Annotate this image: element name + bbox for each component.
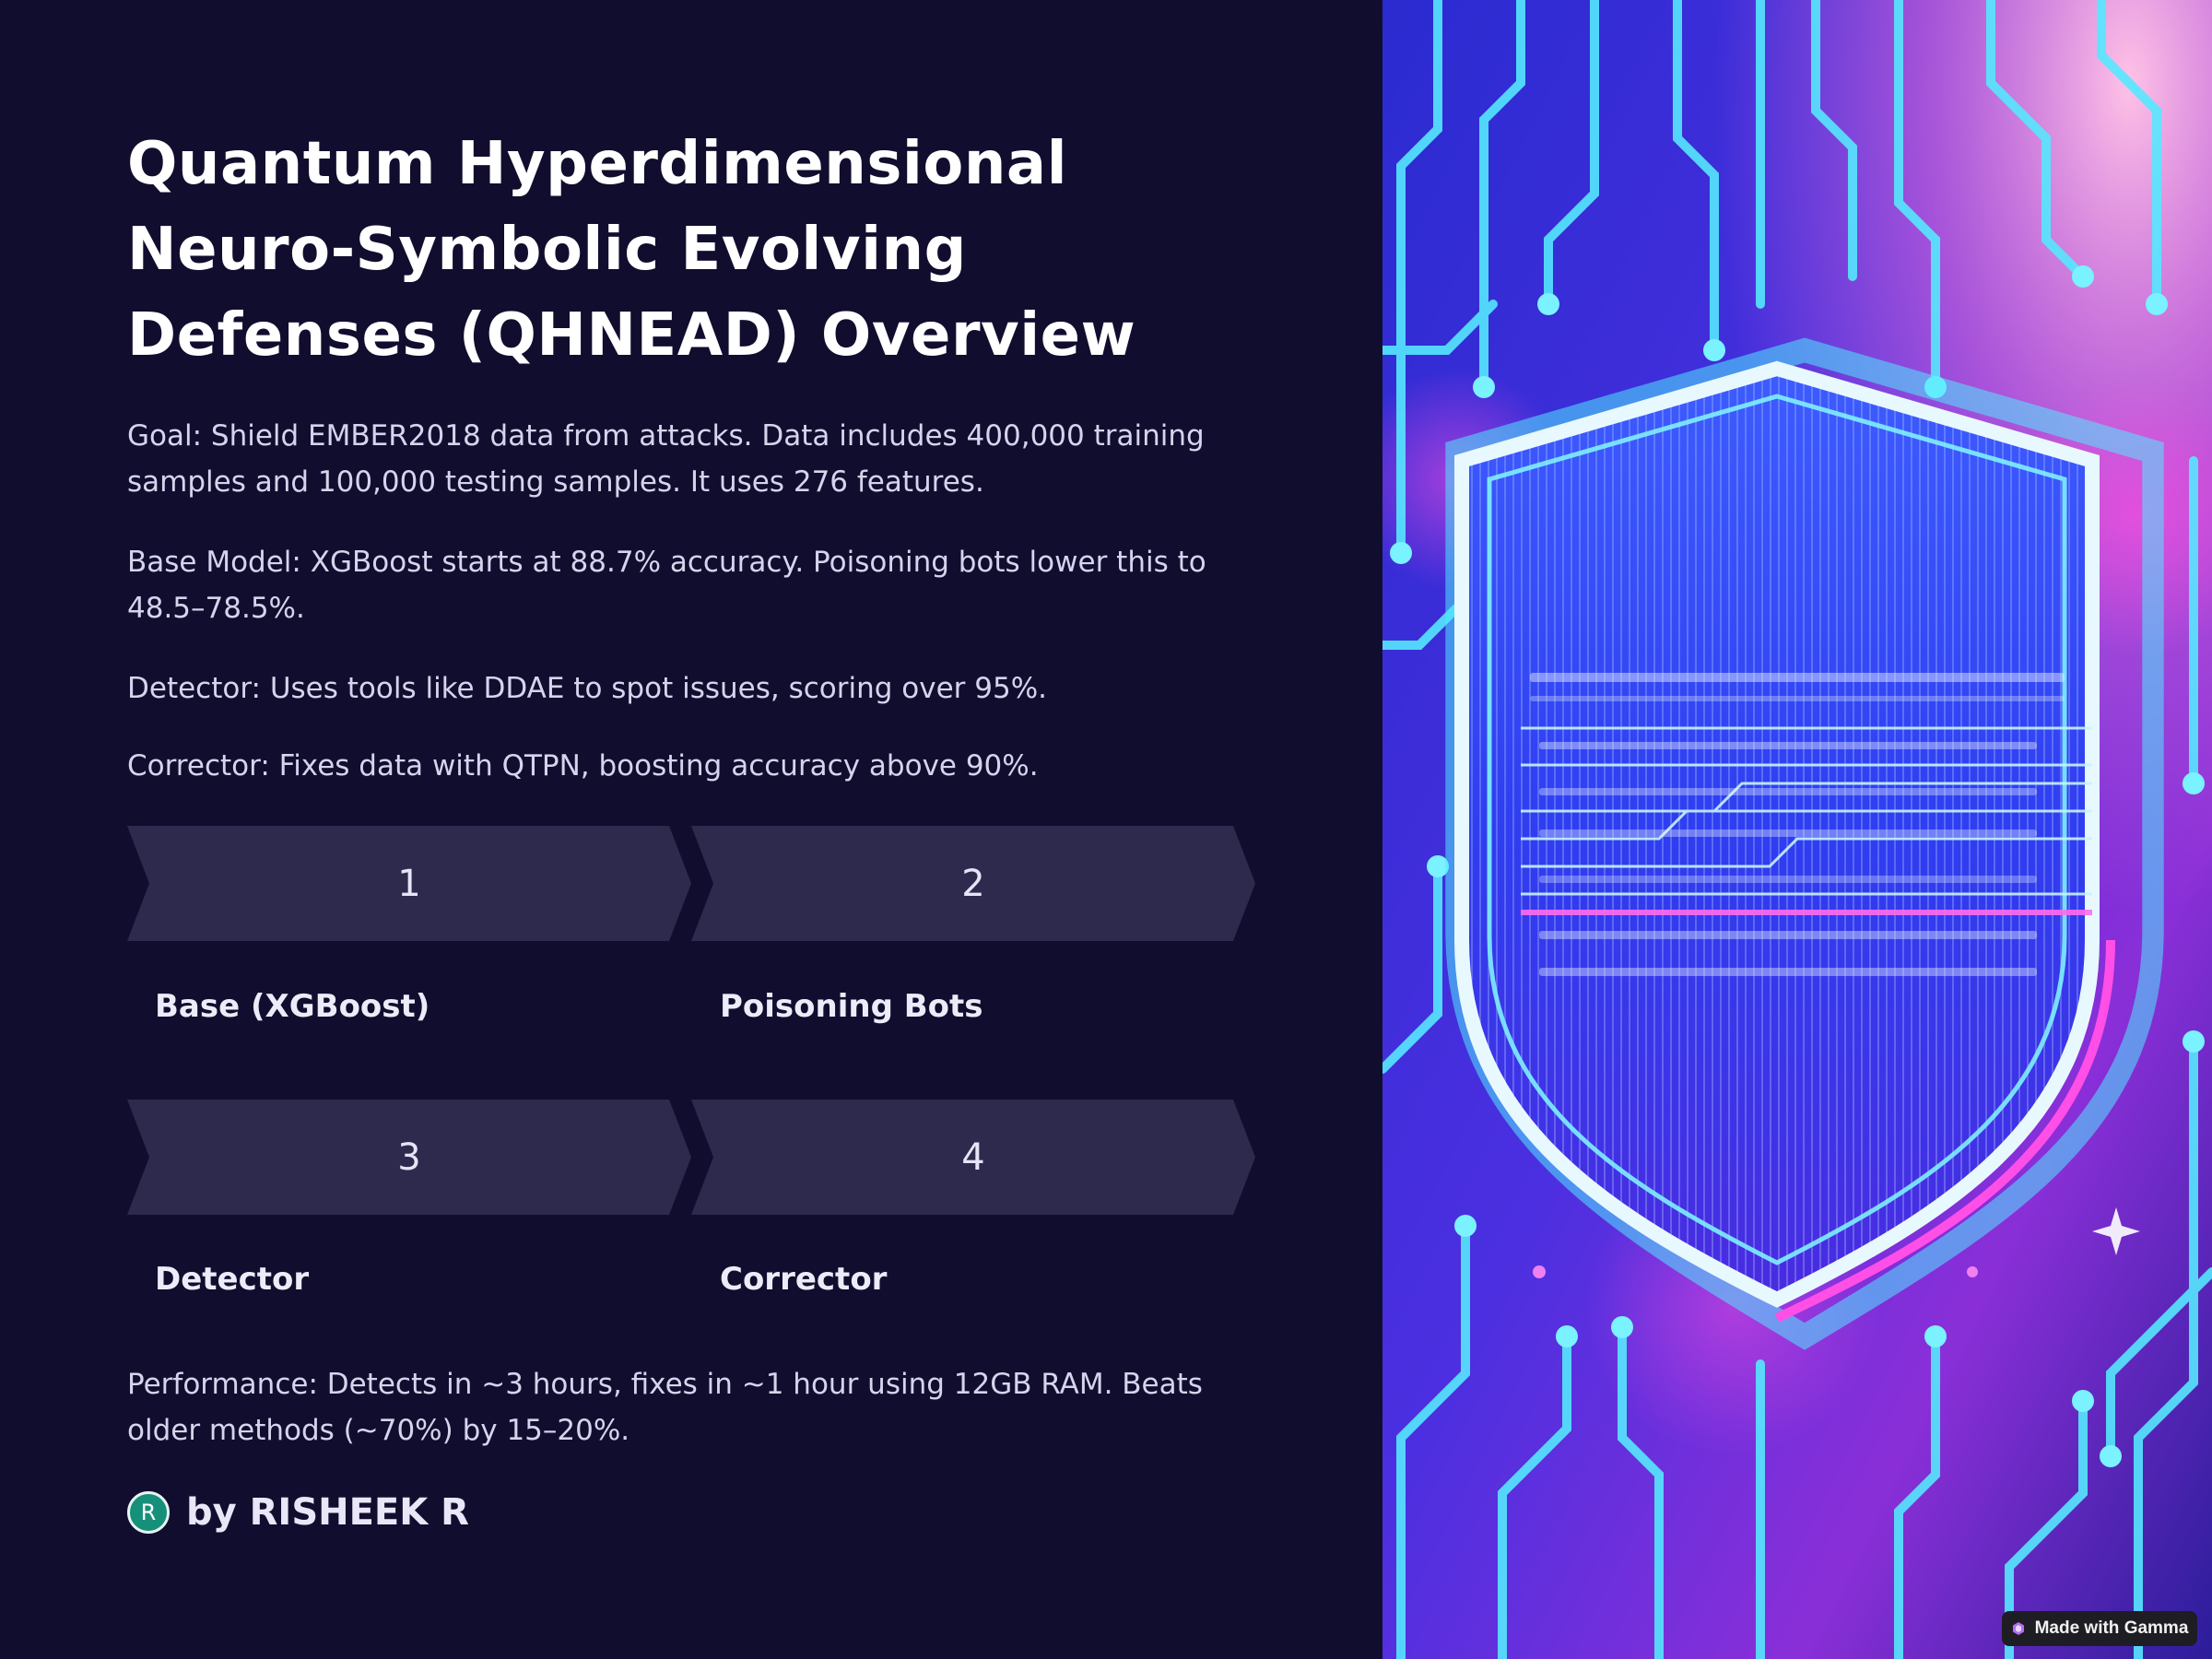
corrector-paragraph: Corrector: Fixes data with QTPN, boostin… [127, 749, 1039, 782]
performance-paragraph: Performance: Detects in ~3 hours, fixes … [127, 1368, 1203, 1447]
goal-paragraph: Goal: Shield EMBER2018 data from attacks… [127, 419, 1205, 499]
slide-title: Quantum Hyperdimensional Neuro-Symbolic … [127, 130, 1136, 370]
detector-paragraph: Detector: Uses tools like DDAE to spot i… [127, 672, 1048, 705]
step-3-chevron: 3 [127, 1100, 691, 1215]
shield-circuit-illustration-icon [1382, 0, 2212, 1659]
author-name: by RISHEEK R [186, 1491, 469, 1534]
step-3-label: Detector [155, 1261, 310, 1298]
step-2-chevron: 2 [691, 826, 1255, 941]
author-credit[interactable]: R by RISHEEK R [127, 1488, 469, 1537]
badge-label: Made with Gamma [2034, 1618, 2189, 1638]
made-with-gamma-badge[interactable]: Made with Gamma [2002, 1611, 2197, 1646]
gamma-logo-icon [2012, 1622, 2024, 1635]
avatar: R [127, 1491, 170, 1534]
step-1-label: Base (XGBoost) [155, 988, 430, 1025]
step-4-label: Corrector [720, 1261, 888, 1298]
content-panel: Quantum Hyperdimensional Neuro-Symbolic … [0, 0, 1382, 1659]
step-1-number: 1 [397, 862, 421, 905]
step-4-chevron: 4 [691, 1100, 1255, 1215]
step-3-number: 3 [397, 1135, 421, 1179]
base-model-paragraph: Base Model: XGBoost starts at 88.7% accu… [127, 546, 1206, 625]
step-2-label: Poisoning Bots [720, 988, 983, 1025]
step-1-chevron: 1 [127, 826, 691, 941]
step-2-number: 2 [961, 862, 985, 905]
step-4-number: 4 [961, 1135, 985, 1179]
